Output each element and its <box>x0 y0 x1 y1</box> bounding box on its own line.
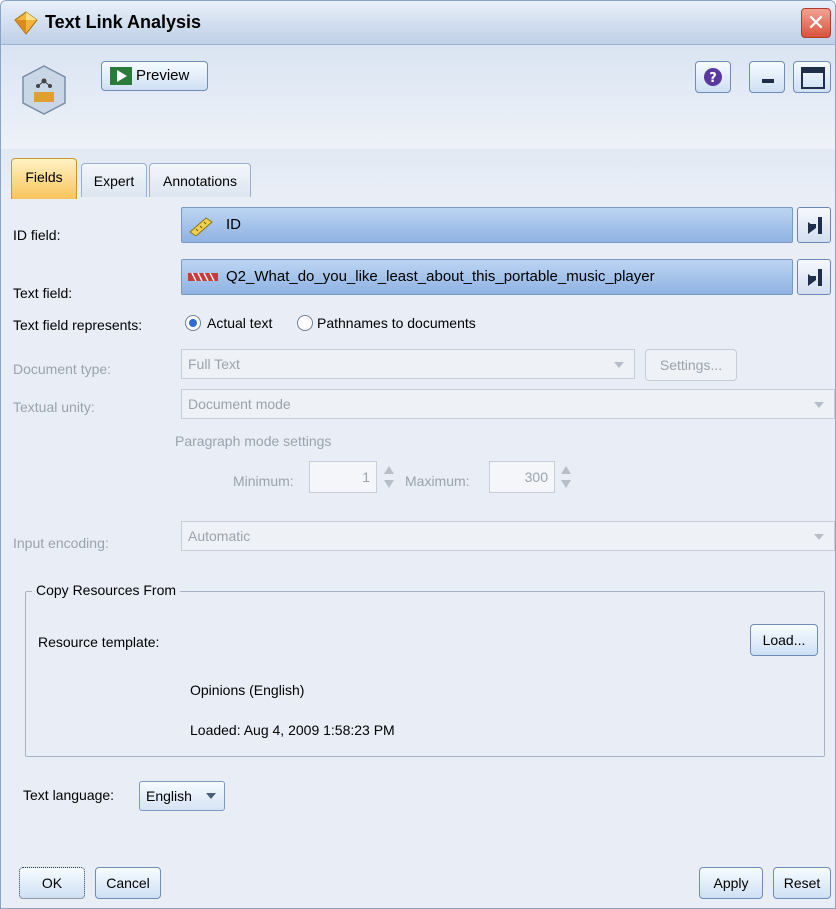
close-button[interactable]: ✕ <box>801 8 831 38</box>
copy-resources-group: Copy Resources From Resource template: L… <box>25 582 825 757</box>
minimum-spinner[interactable]: 1 <box>309 461 377 493</box>
tab-fields[interactable]: Fields <box>11 158 77 199</box>
window-title: Text Link Analysis <box>45 12 202 32</box>
input-encoding-select[interactable]: Automatic <box>181 521 835 551</box>
ruler-icon <box>189 217 213 236</box>
id-field-text: ID <box>226 216 241 233</box>
title-bar[interactable]: Text Link Analysis ✕ <box>1 1 835 45</box>
close-icon: ✕ <box>806 10 826 35</box>
tab-strip: Fields Expert Annotations <box>1 149 835 199</box>
maximum-label: Maximum: <box>405 473 470 489</box>
paragraph-settings-title: Paragraph mode settings <box>175 433 332 449</box>
input-encoding-label: Input encoding: <box>13 535 109 551</box>
text-link-analysis-window: Text Link Analysis ✕ Preview ? Fields Ex… <box>0 0 836 909</box>
help-button[interactable]: ? <box>695 61 731 93</box>
minimize-icon <box>762 79 774 83</box>
help-icon: ? <box>704 68 722 86</box>
chevron-down-icon <box>614 362 624 368</box>
maximum-spinner[interactable]: 300 <box>489 461 555 493</box>
id-field-label: ID field: <box>13 227 61 243</box>
pathnames-label: Pathnames to documents <box>317 315 476 331</box>
document-type-label: Document type: <box>13 361 112 377</box>
fields-panel: ID field: ID Text field: Q2_What_do_you_… <box>1 199 835 908</box>
textual-unity-value: Document mode <box>188 396 291 412</box>
minimize-button[interactable] <box>749 61 785 93</box>
svg-text:?: ? <box>709 71 717 86</box>
resource-loaded-timestamp: Loaded: Aug 4, 2009 1:58:23 PM <box>190 722 395 738</box>
preview-play-icon <box>110 67 132 85</box>
text-field-picker-button[interactable] <box>797 259 831 295</box>
app-diamond-icon <box>14 11 38 35</box>
text-language-value: English <box>146 788 192 804</box>
minimum-value: 1 <box>362 469 370 485</box>
document-type-select[interactable]: Full Text <box>181 349 635 379</box>
minimum-spin-arrows-icon[interactable] <box>382 461 396 493</box>
actual-text-label: Actual text <box>207 315 273 331</box>
text-language-select[interactable]: English <box>139 781 225 811</box>
ok-button[interactable]: OK <box>19 867 85 899</box>
maximum-value: 300 <box>524 469 548 485</box>
apply-button[interactable]: Apply <box>699 867 763 899</box>
reset-button[interactable]: Reset <box>773 867 831 899</box>
cancel-button[interactable]: Cancel <box>95 867 161 899</box>
load-button[interactable]: Load... <box>750 624 818 656</box>
field-picker-icon <box>808 217 822 234</box>
id-field-value[interactable]: ID <box>181 207 793 243</box>
field-picker-icon <box>808 269 822 286</box>
toolbar: Preview ? <box>1 45 835 149</box>
resource-template-label: Resource template: <box>38 634 160 650</box>
maximize-button[interactable] <box>793 61 831 93</box>
resource-template-name: Opinions (English) <box>190 682 305 698</box>
text-language-label: Text language: <box>23 787 115 803</box>
minimum-label: Minimum: <box>233 473 294 489</box>
textual-unity-label: Textual unity: <box>13 399 95 415</box>
text-field-text: Q2_What_do_you_like_least_about_this_por… <box>226 268 655 285</box>
preview-button[interactable]: Preview <box>101 61 208 91</box>
id-field-picker-button[interactable] <box>797 207 831 243</box>
chevron-down-icon <box>814 402 824 408</box>
maximize-icon <box>801 67 825 89</box>
text-field-label: Text field: <box>13 285 73 301</box>
tab-annotations[interactable]: Annotations <box>149 163 251 197</box>
text-field-type-icon <box>188 272 218 282</box>
node-icon <box>22 65 66 115</box>
represents-label: Text field represents: <box>13 317 143 333</box>
actual-text-radio[interactable] <box>185 315 201 331</box>
tab-expert[interactable]: Expert <box>81 163 147 197</box>
maximum-spin-arrows-icon[interactable] <box>559 461 573 493</box>
settings-button[interactable]: Settings... <box>645 349 737 381</box>
document-type-value: Full Text <box>188 356 240 372</box>
preview-label: Preview <box>136 67 190 84</box>
chevron-down-icon <box>814 534 824 540</box>
chevron-down-icon <box>206 793 216 799</box>
text-field-value[interactable]: Q2_What_do_you_like_least_about_this_por… <box>181 259 793 295</box>
input-encoding-value: Automatic <box>188 528 251 544</box>
textual-unity-select[interactable]: Document mode <box>181 389 835 419</box>
copy-resources-title: Copy Resources From <box>32 582 181 598</box>
pathnames-radio[interactable] <box>297 315 313 331</box>
